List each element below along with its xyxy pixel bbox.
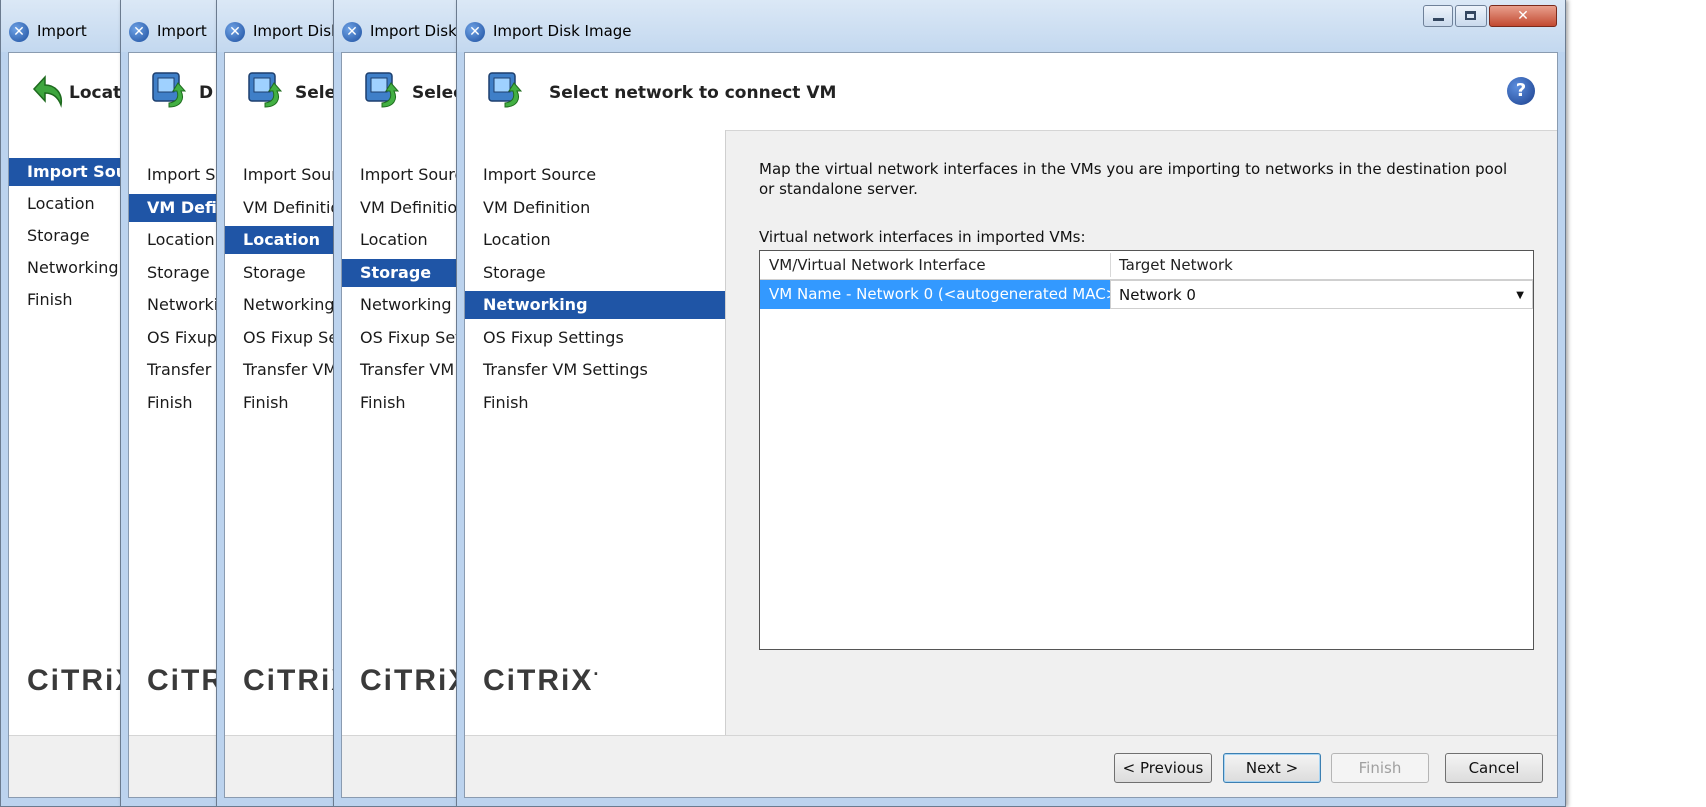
disk-image-icon bbox=[248, 72, 283, 108]
xen-app-icon: ✕ bbox=[465, 22, 485, 42]
xen-app-icon: ✕ bbox=[9, 22, 29, 42]
column-header-target-network[interactable]: Target Network bbox=[1110, 251, 1519, 279]
nav-step: Import Source bbox=[483, 165, 597, 184]
xen-app-icon: ✕ bbox=[342, 22, 362, 42]
minimize-button[interactable] bbox=[1423, 5, 1453, 27]
table-row[interactable]: VM Name - Network 0 (<autogenerated MAC>… bbox=[760, 280, 1533, 309]
green-back-arrow-icon bbox=[32, 75, 63, 108]
citrix-logo: CiTRiX· bbox=[483, 664, 602, 697]
page-title: D bbox=[199, 83, 214, 103]
nav-step: VM Definition bbox=[483, 197, 591, 217]
page-title: Select network to connect VM bbox=[549, 83, 837, 103]
wizard-client-area: Select network to connect VM ? Import So… bbox=[464, 52, 1558, 798]
cancel-button[interactable]: Cancel bbox=[1445, 753, 1543, 783]
import-disk-image-window: ✕ Import Disk Image ✕ Select network to … bbox=[456, 0, 1566, 807]
close-button[interactable]: ✕ bbox=[1489, 5, 1557, 27]
nav-divider bbox=[725, 130, 726, 736]
previous-button[interactable]: < Previous bbox=[1114, 753, 1212, 783]
target-network-dropdown[interactable]: Network 0 ▼ bbox=[1110, 280, 1533, 309]
nav-step: Location bbox=[483, 230, 551, 249]
next-button[interactable]: Next > bbox=[1223, 753, 1321, 783]
grid-label: Virtual network interfaces in imported V… bbox=[759, 228, 1086, 246]
window-title: Import bbox=[157, 22, 207, 40]
disk-image-icon bbox=[488, 72, 523, 108]
window-title: Import bbox=[37, 22, 87, 40]
wizard-steps-nav: Import Source VM Definition Location Storag… bbox=[465, 130, 725, 736]
previous-label: Previous bbox=[1139, 759, 1204, 777]
disk-image-icon bbox=[365, 72, 400, 108]
chevron-down-icon[interactable]: ▼ bbox=[1516, 281, 1524, 310]
target-network-value: Network 0 bbox=[1119, 286, 1196, 304]
interface-cell[interactable]: VM Name - Network 0 (<autogenerated MAC>… bbox=[760, 280, 1124, 309]
xen-app-icon: ✕ bbox=[129, 22, 149, 42]
nav-step: Transfer VM Settings bbox=[483, 360, 648, 379]
minimize-icon bbox=[1433, 18, 1444, 21]
grid-header: VM/Virtual Network Interface Target Netw… bbox=[760, 251, 1533, 280]
wizard-header: Select network to connect VM ? bbox=[465, 53, 1557, 131]
maximize-icon bbox=[1465, 11, 1476, 20]
nav-step: Finish bbox=[483, 392, 529, 412]
nav-step: Storage bbox=[483, 262, 546, 282]
maximize-button[interactable] bbox=[1455, 5, 1487, 27]
nav-step: OS Fixup Settings bbox=[483, 327, 624, 347]
close-icon: ✕ bbox=[1517, 8, 1529, 24]
nav-step: Networking bbox=[465, 291, 725, 319]
column-header-interface[interactable]: VM/Virtual Network Interface bbox=[760, 251, 1109, 279]
citrix-logo: CiTRiX bbox=[360, 664, 471, 697]
xen-app-icon: ✕ bbox=[225, 22, 245, 42]
help-icon[interactable]: ? bbox=[1507, 77, 1535, 105]
title-bar[interactable]: ✕ Import Disk Image ✕ bbox=[457, 0, 1565, 52]
window-title: Import Disk Image bbox=[493, 22, 632, 40]
disk-image-icon bbox=[152, 72, 187, 108]
network-mapping-grid[interactable]: VM/Virtual Network Interface Target Netw… bbox=[759, 250, 1534, 650]
finish-button[interactable]: Finish bbox=[1331, 753, 1429, 783]
page-description: Map the virtual network interfaces in th… bbox=[759, 160, 1508, 198]
